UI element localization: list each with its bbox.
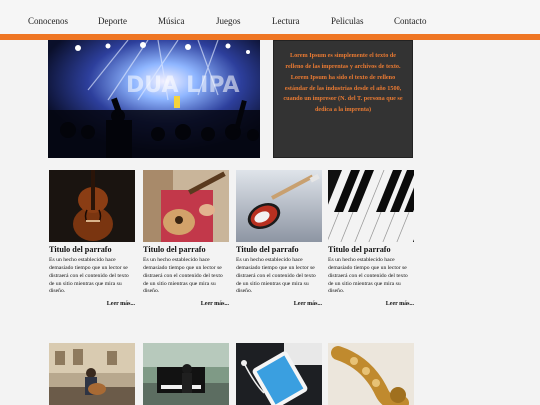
card-body: Es un hecho establecido hace demasiado t… (49, 257, 129, 295)
electric-guitar-image (236, 170, 322, 242)
street-piano-image (143, 343, 229, 405)
read-more-link[interactable]: Leer más... (49, 301, 135, 307)
read-more-link[interactable]: Leer más... (328, 301, 414, 307)
nav-musica[interactable]: Música (158, 16, 185, 26)
card-body: Es un hecho establecido hace demasiado t… (236, 257, 316, 295)
nav-contacto[interactable]: Contacto (394, 16, 427, 26)
nav-conocenos[interactable]: Conocenos (28, 16, 68, 26)
card-body: Es un hecho establecido hace demasiado t… (143, 257, 223, 295)
hero-concert-image: DUA LIPA (48, 40, 260, 158)
card-title: Titulo del parrafo (328, 245, 391, 254)
nav-juegos[interactable]: Juegos (216, 16, 241, 26)
card-title: Titulo del parrafo (236, 245, 299, 254)
top-navigation: Conocenos Deporte Música Juegos Lectura … (0, 0, 540, 34)
ukulele-image (143, 170, 229, 242)
read-more-link[interactable]: Leer más... (236, 301, 322, 307)
card-piano: Titulo del parrafo Es un hecho estableci… (328, 170, 414, 307)
cello-image (49, 170, 135, 242)
intro-text-box: Lorem Ipsum es simplemente el texto de r… (273, 40, 413, 158)
street-guitarist-image (49, 343, 135, 405)
phone-earbuds-image (236, 343, 322, 405)
nav-deporte[interactable]: Deporte (98, 16, 127, 26)
card-title: Titulo del parrafo (143, 245, 206, 254)
card-title: Titulo del parrafo (49, 245, 112, 254)
nav-lectura[interactable]: Lectura (272, 16, 299, 26)
svg-text:DUA LIPA: DUA LIPA (126, 73, 239, 98)
card-electric-guitar: Titulo del parrafo Es un hecho estableci… (236, 170, 322, 307)
read-more-link[interactable]: Leer más... (143, 301, 229, 307)
card-body: Es un hecho establecido hace demasiado t… (328, 257, 408, 295)
nav-peliculas[interactable]: Peliculas (331, 16, 364, 26)
card-cello: Titulo del parrafo Es un hecho estableci… (49, 170, 135, 307)
card-ukulele: Titulo del parrafo Es un hecho estableci… (143, 170, 229, 307)
intro-text: Lorem Ipsum es simplemente el texto de r… (283, 52, 403, 114)
piano-keys-image (328, 170, 414, 242)
saxophone-image (328, 343, 414, 405)
